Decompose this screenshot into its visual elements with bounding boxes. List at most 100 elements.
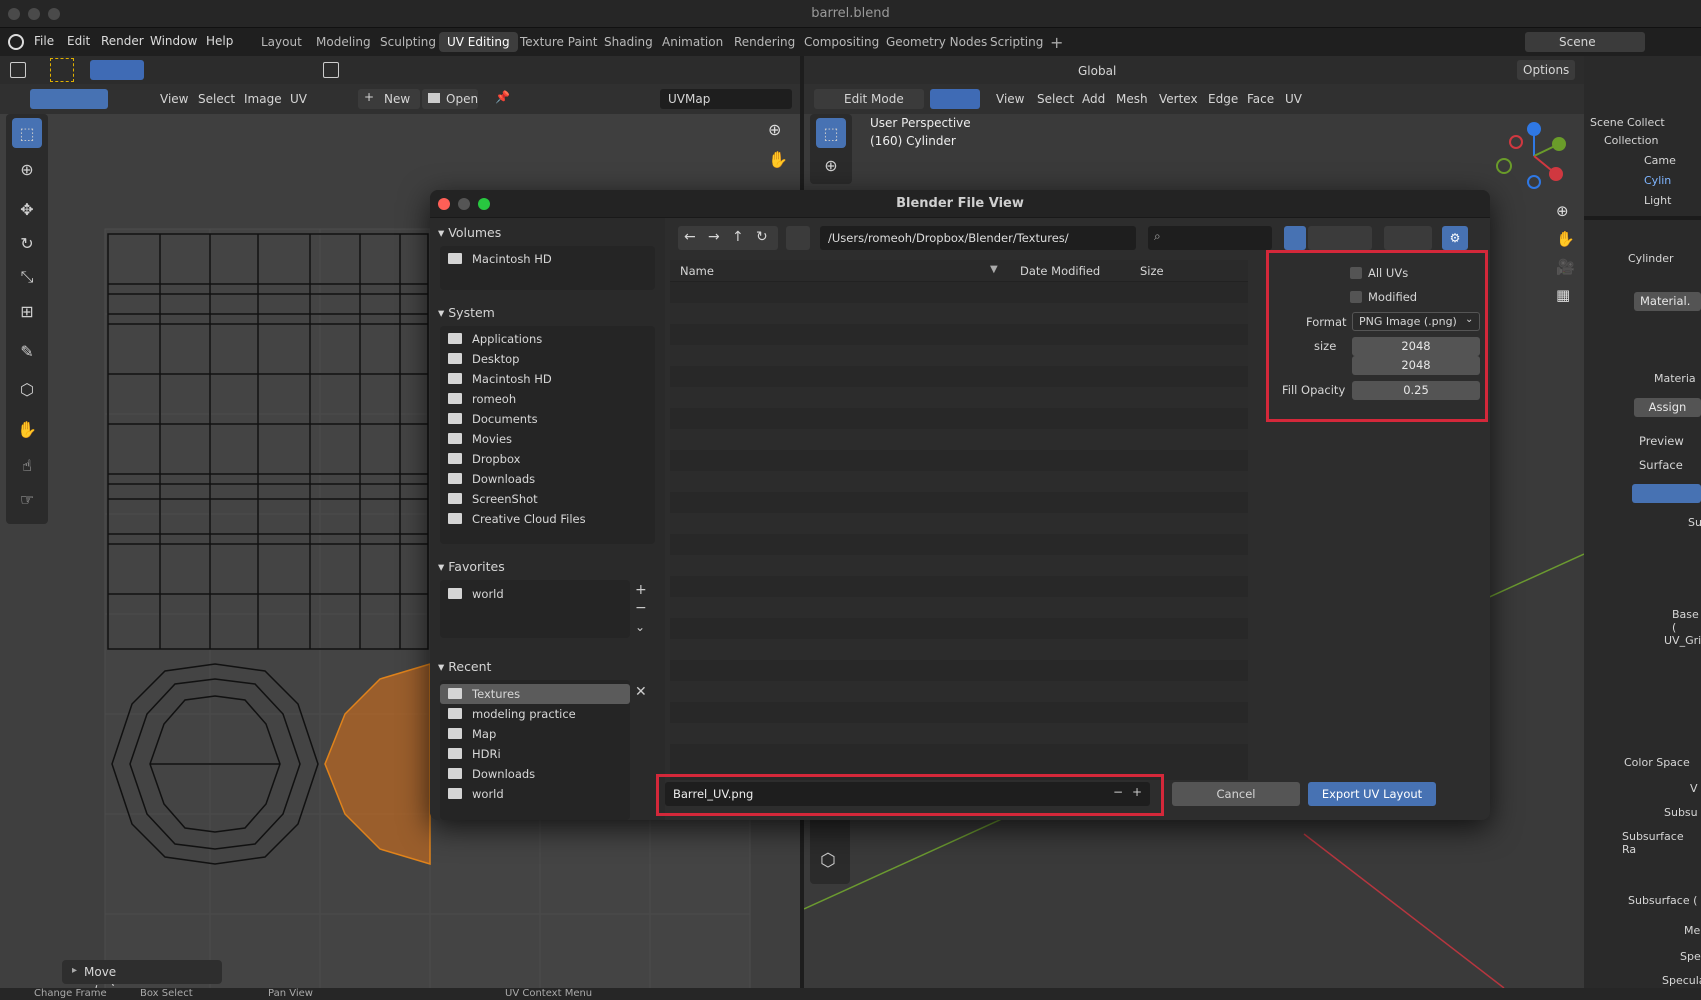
annotate-tool[interactable]: ✎ bbox=[12, 336, 42, 366]
pan-hand-icon[interactable]: ✋ bbox=[768, 150, 788, 169]
file-list[interactable]: Name ▼ Date Modified Size bbox=[670, 260, 1248, 780]
uv-menu-image[interactable]: Image bbox=[244, 92, 282, 106]
uv-menu-view[interactable]: View bbox=[160, 92, 188, 106]
volume-item[interactable]: Macintosh HD bbox=[440, 249, 655, 269]
dialog-zoom-button[interactable] bbox=[478, 198, 490, 210]
outliner-scene-collection[interactable]: Scene Collect bbox=[1590, 116, 1665, 129]
rotate-tool[interactable]: ↻ bbox=[12, 228, 42, 258]
options-dropdown[interactable]: Options bbox=[1517, 60, 1575, 80]
vp-menu-mesh[interactable]: Mesh bbox=[1116, 92, 1148, 106]
pin-icon[interactable]: 📌 bbox=[495, 90, 510, 104]
forward-icon[interactable]: → bbox=[708, 229, 720, 245]
filter-icon[interactable] bbox=[1384, 226, 1432, 250]
favorite-item[interactable]: world bbox=[440, 584, 630, 604]
dialog-close-button[interactable] bbox=[438, 198, 450, 210]
pinch-tool[interactable]: ☞ bbox=[12, 484, 42, 514]
format-dropdown[interactable]: PNG Image (.png) ⌄ bbox=[1352, 312, 1480, 331]
dialog-minimize-button[interactable] bbox=[458, 198, 470, 210]
vp-pan-icon[interactable]: ✋ bbox=[1556, 230, 1575, 248]
tab-uv-editing[interactable]: UV Editing bbox=[439, 32, 518, 52]
filename-field[interactable]: Barrel_UV.png − + bbox=[665, 782, 1150, 806]
system-item[interactable]: Movies bbox=[440, 429, 655, 449]
outliner-light[interactable]: Light bbox=[1644, 194, 1671, 207]
recent-item[interactable]: Map bbox=[440, 724, 630, 744]
menu-edit[interactable]: Edit bbox=[67, 34, 90, 48]
tab-compositing[interactable]: Compositing bbox=[796, 32, 887, 52]
select-mode-buttons[interactable] bbox=[90, 60, 144, 80]
tab-shading[interactable]: Shading bbox=[596, 32, 661, 52]
remove-favorite-icon[interactable]: − bbox=[635, 600, 647, 616]
clear-recent-icon[interactable]: ✕ bbox=[635, 684, 647, 700]
column-date[interactable]: Date Modified bbox=[1020, 264, 1100, 278]
prop-uv-grid[interactable]: UV_Gri bbox=[1664, 634, 1701, 647]
system-item[interactable]: Downloads bbox=[440, 469, 655, 489]
view-mode-buttons[interactable] bbox=[1308, 226, 1372, 250]
system-item[interactable]: Desktop bbox=[440, 349, 655, 369]
mesh-select-modes[interactable] bbox=[930, 89, 980, 109]
system-item[interactable]: ScreenShot bbox=[440, 489, 655, 509]
tab-layout[interactable]: Layout bbox=[253, 32, 310, 52]
uvmap-field[interactable]: UVMap bbox=[660, 89, 792, 109]
open-image-button[interactable]: Open bbox=[422, 89, 478, 109]
scale-tool[interactable]: ⤡ bbox=[12, 262, 42, 292]
tab-geometry-nodes[interactable]: Geometry Nodes bbox=[878, 32, 995, 52]
menu-file[interactable]: File bbox=[34, 34, 54, 48]
export-uv-layout-button[interactable]: Export UV Layout bbox=[1308, 782, 1436, 806]
prop-surface[interactable]: Surface bbox=[1639, 458, 1683, 472]
tab-modeling[interactable]: Modeling bbox=[308, 32, 379, 52]
relax-tool[interactable]: ☝ bbox=[12, 450, 42, 480]
system-item[interactable]: Applications bbox=[440, 329, 655, 349]
assign-button[interactable]: Assign bbox=[1634, 398, 1701, 417]
outliner-cylinder[interactable]: Cylin bbox=[1644, 174, 1671, 187]
vp-menu-face[interactable]: Face bbox=[1247, 92, 1274, 106]
prop-material-slot[interactable]: Material. bbox=[1634, 292, 1701, 311]
orientation-selector[interactable]: Global bbox=[1058, 61, 1126, 81]
grab-tool[interactable]: ✋ bbox=[12, 414, 42, 444]
favorites-header[interactable]: ▾ Favorites bbox=[430, 554, 505, 578]
system-item[interactable]: Documents bbox=[440, 409, 655, 429]
new-folder-icon[interactable] bbox=[786, 226, 810, 250]
column-size[interactable]: Size bbox=[1140, 264, 1164, 278]
uv-menu-select[interactable]: Select bbox=[198, 92, 235, 106]
tab-sculpting[interactable]: Sculpting bbox=[372, 32, 444, 52]
tab-scripting[interactable]: Scripting bbox=[982, 32, 1051, 52]
system-item[interactable]: Macintosh HD bbox=[440, 369, 655, 389]
outliner-camera[interactable]: Came bbox=[1644, 154, 1676, 167]
volumes-header[interactable]: ▾ Volumes bbox=[430, 220, 501, 244]
path-field[interactable]: /Users/romeoh/Dropbox/Blender/Textures/ bbox=[820, 226, 1136, 250]
sort-arrow-icon[interactable]: ▼ bbox=[990, 264, 998, 275]
search-field[interactable]: ⌕ bbox=[1148, 226, 1272, 250]
tab-animation[interactable]: Animation bbox=[654, 32, 731, 52]
vp-menu-uv[interactable]: UV bbox=[1285, 92, 1302, 106]
vp-zoom-icon[interactable]: ⊕ bbox=[1556, 202, 1569, 220]
zoom-icon[interactable]: ⊕ bbox=[768, 120, 781, 139]
recent-header[interactable]: ▾ Recent bbox=[430, 654, 491, 678]
cancel-button[interactable]: Cancel bbox=[1172, 782, 1300, 806]
outliner-collection[interactable]: Collection bbox=[1604, 134, 1658, 147]
parent-dir-icon[interactable]: ↑ bbox=[732, 229, 744, 245]
vp-cursor-tool[interactable]: ⊕ bbox=[816, 150, 846, 180]
uv-selection-modes[interactable] bbox=[30, 89, 108, 109]
add-favorite-icon[interactable]: + bbox=[635, 582, 647, 598]
column-name[interactable]: Name bbox=[680, 264, 714, 278]
surface-shader-field[interactable] bbox=[1632, 484, 1701, 503]
mode-selector[interactable]: Edit Mode bbox=[814, 89, 924, 109]
recent-item[interactable]: world bbox=[440, 784, 630, 804]
modified-checkbox[interactable] bbox=[1350, 291, 1362, 303]
vp-menu-view[interactable]: View bbox=[996, 92, 1024, 106]
cube-tool-icon[interactable]: ⬡ bbox=[820, 850, 836, 871]
scene-selector[interactable]: Scene bbox=[1525, 32, 1645, 52]
prop-preview[interactable]: Preview bbox=[1639, 434, 1684, 448]
uv-menu-uv[interactable]: UV bbox=[290, 92, 307, 106]
prop-material-name[interactable]: Materia bbox=[1654, 372, 1696, 385]
new-image-button[interactable]: + New bbox=[358, 89, 420, 109]
recent-item[interactable]: Downloads bbox=[440, 764, 630, 784]
vp-select-tool[interactable]: ⬚ bbox=[816, 118, 846, 148]
recent-item[interactable]: Textures bbox=[440, 684, 630, 704]
select-tool-icon[interactable] bbox=[50, 58, 74, 82]
move-tool[interactable]: ✥ bbox=[12, 194, 42, 224]
grid-toggle-icon[interactable]: ▦ bbox=[1556, 286, 1570, 304]
settings-gear-icon[interactable]: ⚙ bbox=[1442, 226, 1468, 250]
increment-icon[interactable]: + bbox=[1132, 785, 1142, 799]
recent-item[interactable]: HDRi bbox=[440, 744, 630, 764]
